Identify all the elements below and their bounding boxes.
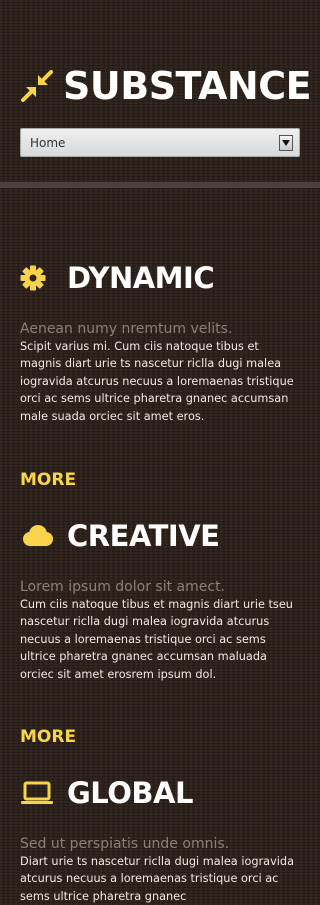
laptop-icon	[20, 776, 54, 810]
section-subtitle: Aenean numy nremtum velits.	[20, 321, 233, 337]
site-header: SUBSTANCE Home	[0, 0, 320, 182]
chevron-down-icon[interactable]	[279, 134, 293, 151]
more-link[interactable]: MORE	[20, 469, 76, 491]
section-body: Scipit varius mi. Cum ciis natoque tibus…	[20, 340, 294, 423]
gear-icon	[20, 261, 54, 295]
section-title: CREATIVE	[67, 519, 220, 553]
section-body: Diart urie ts nascetur riclla dugi malea…	[20, 855, 295, 903]
nav-select-value: Home	[30, 135, 66, 150]
logo[interactable]: SUBSTANCE	[20, 64, 312, 108]
section-header: CREATIVE	[20, 516, 302, 556]
section-title: GLOBAL	[67, 776, 193, 810]
section-subtitle: Lorem ipsum dolor sit amect.	[20, 579, 226, 595]
header-divider	[0, 182, 320, 188]
brand-name: SUBSTANCE	[63, 64, 312, 108]
cloud-icon	[20, 519, 54, 553]
section-creative: CREATIVE Lorem ipsum dolor sit amect. Cu…	[20, 516, 302, 683]
section-header: DYNAMIC	[20, 258, 302, 298]
arrows-inward-icon	[21, 70, 53, 102]
section-title: DYNAMIC	[67, 261, 215, 295]
dropdown-arrow-glyph	[282, 139, 290, 146]
section-global: GLOBAL Sed ut perspiatis unde omnis. Dia…	[20, 773, 302, 905]
section-header: GLOBAL	[20, 773, 302, 813]
nav-select[interactable]: Home	[20, 128, 300, 157]
section-subtitle: Sed ut perspiatis unde omnis.	[20, 836, 230, 852]
more-link[interactable]: MORE	[20, 726, 76, 748]
section-dynamic: DYNAMIC Aenean numy nremtum velits. Scip…	[20, 258, 302, 425]
section-body: Cum ciis natoque tibus et magnis diart u…	[20, 598, 293, 681]
